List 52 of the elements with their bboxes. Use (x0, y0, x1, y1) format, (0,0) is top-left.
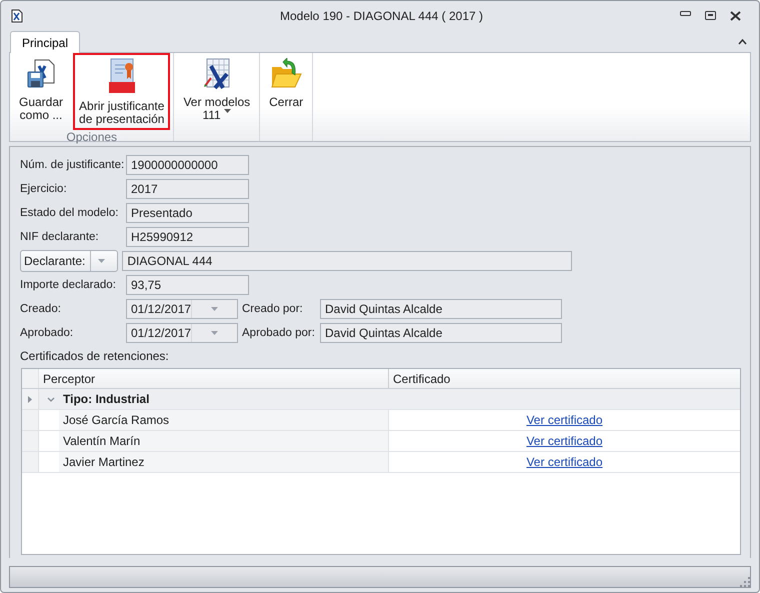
certificate-link[interactable]: Ver certificado (526, 413, 603, 427)
table-cell: Valentín Marín (59, 431, 389, 451)
ribbon-tab[interactable]: Principal (10, 31, 80, 53)
maximize-icon[interactable] (705, 11, 716, 20)
row-header-cell[interactable] (22, 452, 39, 472)
read-only-field[interactable]: David Quintas Alcalde (320, 323, 562, 343)
field-label: Aprobado por: (242, 327, 316, 339)
group-label: Opciones (65, 130, 118, 146)
read-only-field[interactable]: 93,75 (126, 275, 249, 295)
dropdown-caret-icon (211, 307, 218, 311)
read-only-field[interactable]: 2017 (126, 179, 249, 199)
field-label: Aprobado: (20, 327, 74, 339)
dropdown-caret-icon (211, 331, 218, 335)
read-only-field[interactable]: Presentado (126, 203, 249, 223)
field-label: NIF declarante: (20, 231, 100, 243)
row-header-cell[interactable] (22, 410, 39, 430)
ribbon-button[interactable]: Abrir justificante de presentación (73, 53, 170, 130)
certificate-link[interactable]: Ver certificado (526, 434, 603, 448)
field-label: Creado: (20, 303, 62, 315)
field-label: Núm. de justificante: (20, 159, 122, 171)
dropdown-caret-icon (98, 259, 105, 263)
row-header-cell[interactable] (22, 431, 39, 451)
field-label: Ejercicio: (20, 183, 68, 195)
field-label: Importe declarado: (20, 279, 117, 291)
read-only-field[interactable]: DIAGONAL 444 (122, 251, 572, 271)
collapse-chevron-icon[interactable] (738, 38, 747, 44)
read-only-field[interactable]: David Quintas Alcalde (320, 299, 562, 319)
ribbon-button[interactable]: Cerrar (263, 53, 310, 125)
floppy-disk-document-icon (25, 58, 58, 90)
field-label: Creado por: (242, 303, 304, 315)
column-header[interactable]: Certificado (389, 369, 740, 388)
ribbon-button[interactable]: Guardar como ... (13, 53, 70, 130)
grid-caption: Certificados de retenciones: (20, 349, 170, 363)
read-only-field[interactable]: 1900000000000 (126, 155, 249, 175)
read-only-field[interactable]: H25990912 (126, 227, 249, 247)
declarante-selector[interactable]: Declarante: (20, 250, 118, 272)
minimize-icon[interactable] (680, 11, 691, 17)
date-field[interactable]: 01/12/2017 (126, 299, 238, 319)
column-header[interactable]: Perceptor (39, 369, 389, 388)
date-field[interactable]: 01/12/2017 (126, 323, 238, 343)
table-cell: Javier Martinez (59, 452, 389, 472)
table-cell: José García Ramos (59, 410, 389, 430)
folder-arrow-icon (270, 58, 302, 90)
ribbon-button[interactable]: Ver modelos 111 (177, 53, 256, 126)
window-title: Modelo 190 - DIAGONAL 444 ( 2017 ) (279, 9, 484, 23)
expand-chevron-icon[interactable] (47, 396, 55, 402)
group-row-label: Tipo: Industrial (63, 392, 150, 406)
resize-grip-icon[interactable] (740, 577, 750, 587)
certificate-link[interactable]: Ver certificado (526, 455, 603, 469)
field-label: Estado del modelo: (20, 207, 120, 219)
close-icon[interactable] (730, 11, 741, 21)
document-icon (11, 9, 23, 23)
